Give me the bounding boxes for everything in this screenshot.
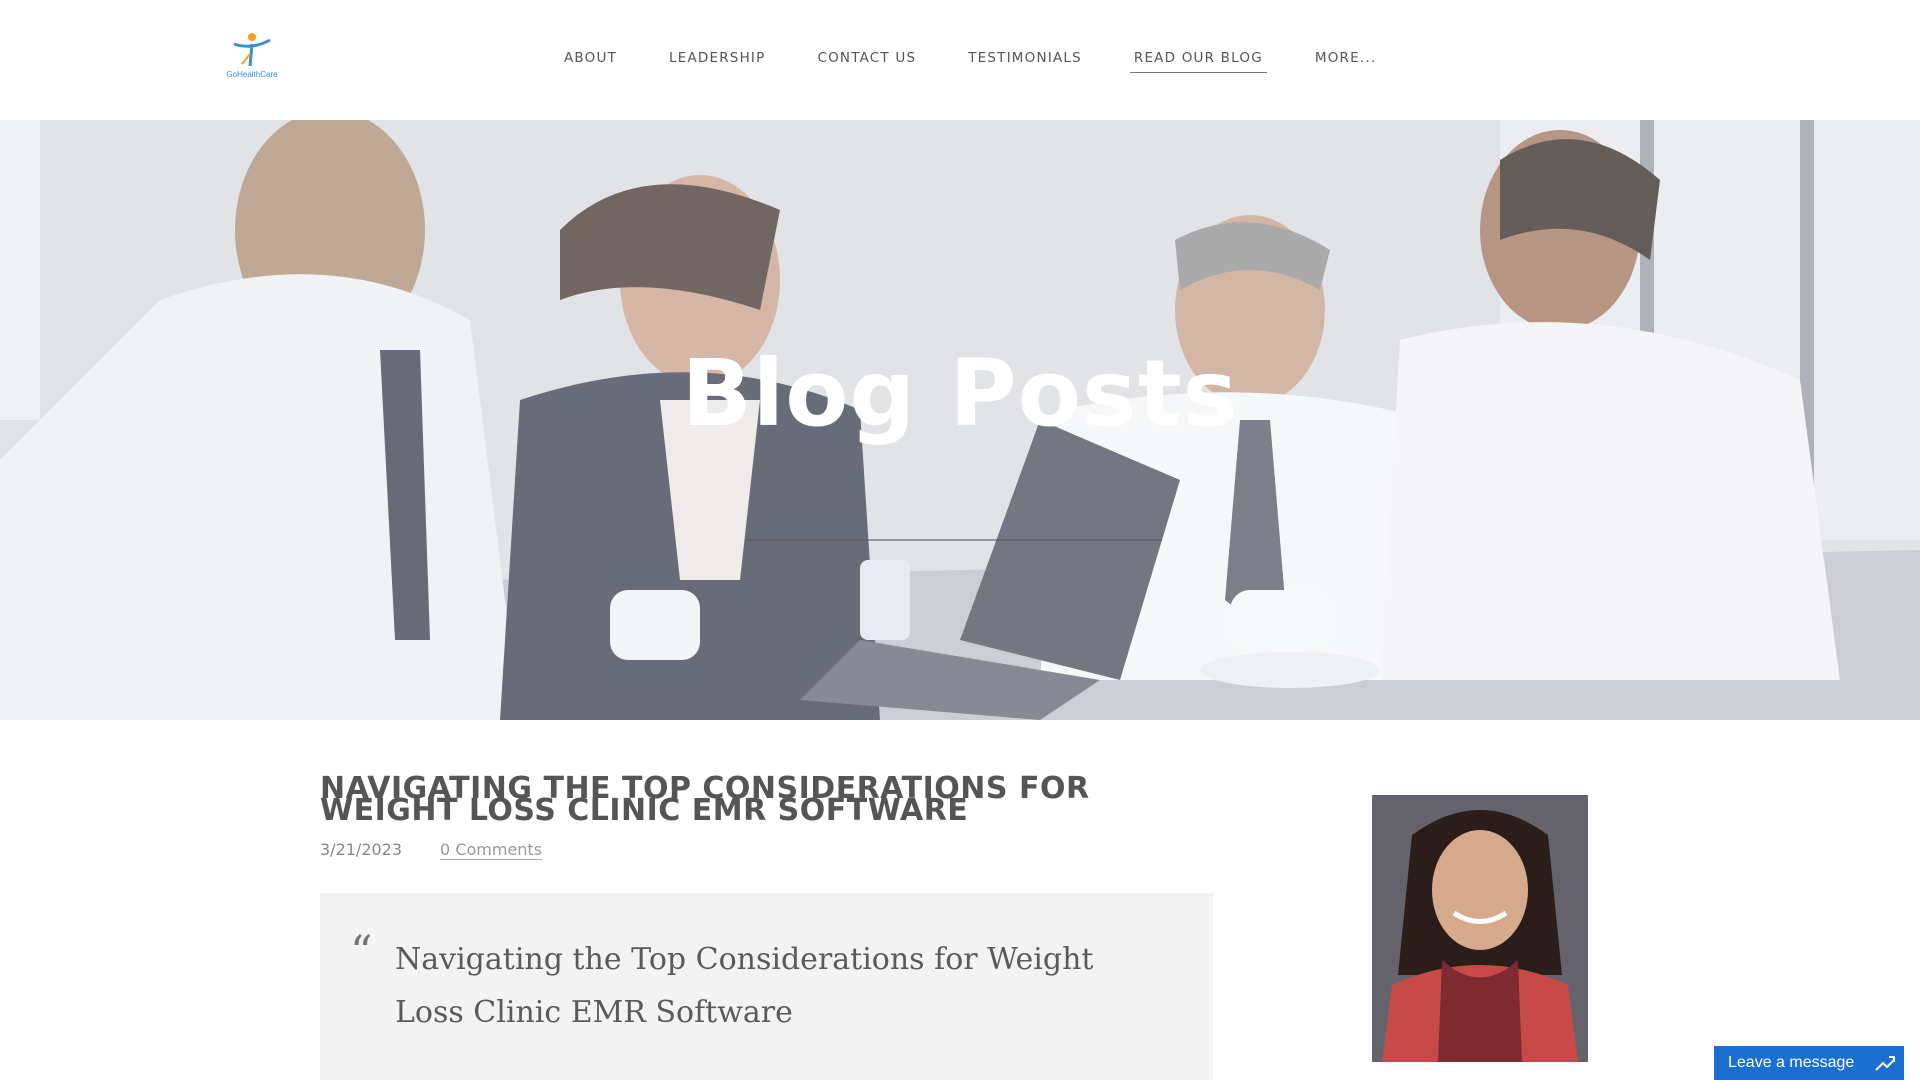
hero-banner: Blog Posts — [0, 120, 1920, 720]
quote-mark-icon: “ — [350, 927, 373, 978]
post-title[interactable]: NAVIGATING THE TOP CONSIDERATIONS FOR WE… — [320, 774, 1213, 826]
nav-item-about[interactable]: ABOUT — [560, 40, 621, 72]
site-logo[interactable]: GoHealthCare — [222, 30, 282, 86]
main-nav: ABOUT LEADERSHIP CONTACT US TESTIMONIALS… — [560, 40, 1424, 80]
author-photo — [1372, 795, 1588, 1062]
chat-label: Leave a message — [1728, 1054, 1855, 1071]
blockquote: “ Navigating the Top Considerations for … — [320, 893, 1213, 1080]
nav-item-more[interactable]: MORE... — [1311, 40, 1380, 72]
nav-item-testimonials[interactable]: TESTIMONIALS — [964, 40, 1086, 72]
blog-post-header: NAVIGATING THE TOP CONSIDERATIONS FOR WE… — [320, 774, 1213, 860]
page-title: Blog Posts — [681, 340, 1239, 447]
author-portrait-image — [1372, 795, 1588, 1062]
nav-item-leadership[interactable]: LEADERSHIP — [665, 40, 769, 72]
nav-item-contact-us[interactable]: CONTACT US — [813, 40, 920, 72]
site-header: GoHealthCare ABOUT LEADERSHIP CONTACT US… — [0, 0, 1920, 120]
logo-figure-icon — [233, 33, 271, 67]
maximize-icon[interactable] — [1874, 1053, 1896, 1073]
post-meta: 3/21/2023 0 Comments — [320, 840, 1213, 860]
logo-text: GoHealthCare — [226, 70, 278, 79]
nav-item-read-our-blog[interactable]: READ OUR BLOG — [1129, 40, 1267, 73]
post-date: 3/21/2023 — [320, 840, 403, 859]
post-comments-link[interactable]: 0 Comments — [440, 840, 543, 860]
hero-divider — [746, 539, 1162, 541]
leave-message-chat-button[interactable]: Leave a message — [1714, 1046, 1904, 1080]
quote-text: Navigating the Top Considerations for We… — [395, 942, 1094, 1030]
